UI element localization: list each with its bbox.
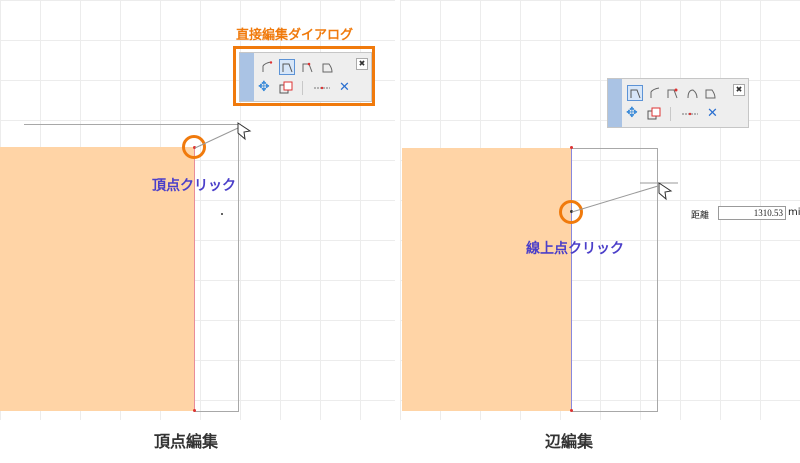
add-vertex-icon[interactable]	[299, 59, 315, 75]
split-line-icon[interactable]	[680, 106, 700, 122]
edge-edit-caption: 辺編集	[545, 432, 594, 451]
direct-edit-dialog: ✖ ✥ ✕	[239, 52, 372, 102]
toolbar-separator	[302, 81, 303, 95]
add-vertex-icon[interactable]	[665, 85, 681, 101]
move-icon[interactable]: ✥	[258, 79, 270, 95]
vertex-click-label: 頂点クリック	[152, 178, 236, 194]
distance-unit: mi	[788, 207, 800, 218]
split-line-icon[interactable]	[312, 80, 332, 96]
distance-label: 距離	[691, 211, 710, 221]
edge-edit-icon[interactable]	[279, 59, 295, 75]
mouse-cursor-icon	[658, 182, 673, 201]
distance-input[interactable]: 1310.53	[718, 206, 786, 220]
dialog-grip[interactable]	[608, 79, 622, 127]
direct-edit-dialog: ✖ ✥ ✕	[607, 78, 749, 128]
arc-edit-icon[interactable]	[319, 59, 335, 75]
edge-edit-panel: 線上点クリック ✖ ✥ ✕ 距離 1310.53 mi	[400, 0, 800, 420]
move-icon[interactable]: ✥	[626, 105, 638, 121]
vertex-edit-panel: 頂点クリック 直接編集ダイアログ ✖ ✥ ✕	[0, 0, 395, 420]
mouse-cursor-icon	[237, 122, 252, 141]
cancel-icon[interactable]: ✕	[339, 80, 350, 95]
close-icon[interactable]: ✖	[733, 84, 745, 96]
vertex-edit-icon[interactable]	[259, 59, 275, 75]
vertex-edit-caption: 頂点編集	[154, 432, 219, 451]
close-icon[interactable]: ✖	[356, 58, 368, 70]
cancel-icon[interactable]: ✕	[707, 106, 718, 121]
arc-edit-icon[interactable]	[684, 85, 700, 101]
edge-edit-icon[interactable]	[647, 85, 663, 101]
edge-point-click-label: 線上点クリック	[526, 241, 624, 257]
toolbar-separator	[670, 107, 671, 121]
dialog-grip[interactable]	[240, 53, 254, 101]
vertex-edit-icon[interactable]	[627, 85, 643, 101]
polygon-edit-icon[interactable]	[702, 85, 718, 101]
copy-icon[interactable]	[646, 106, 662, 122]
copy-icon[interactable]	[278, 80, 294, 96]
dialog-title-label: 直接編集ダイアログ	[236, 28, 354, 43]
